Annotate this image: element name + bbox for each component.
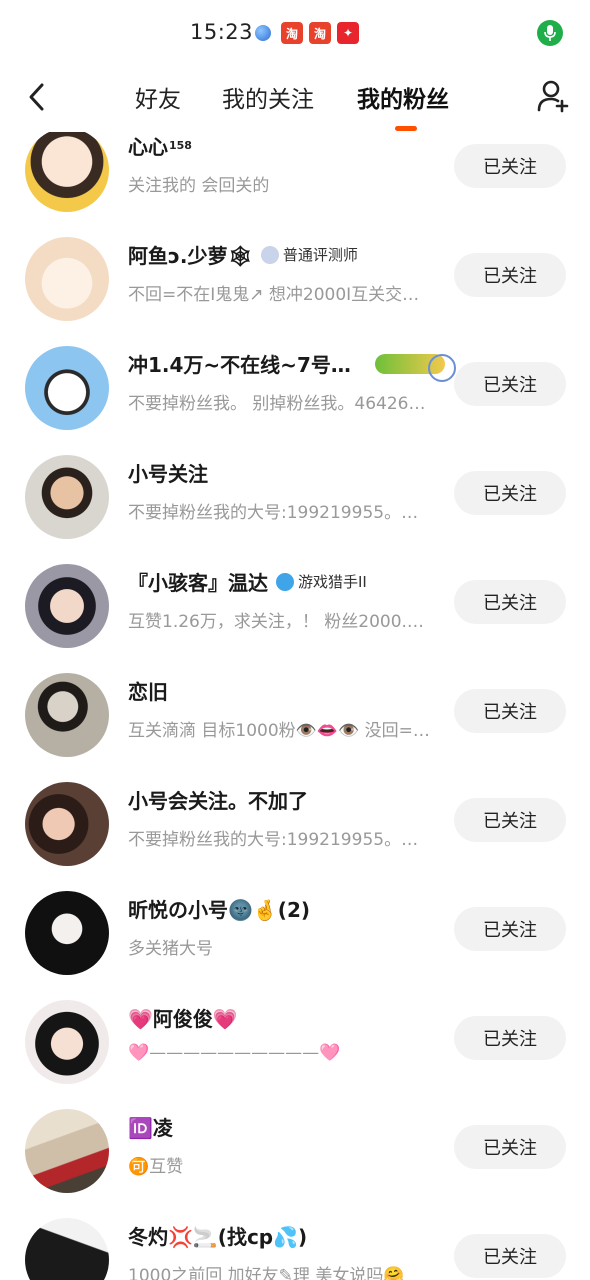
user-bio: 不要掉粉丝我的大号:199219955。… [128, 503, 419, 523]
user-name[interactable]: 心心 [128, 132, 168, 160]
app-icon: ✦ [337, 22, 359, 44]
list-item[interactable]: 小号关注 不要掉粉丝我的大号:199219955。… 已关注 [0, 455, 590, 564]
tab-friends[interactable]: 好友 [135, 80, 181, 114]
header-nav: 好友 我的关注 我的粉丝 [0, 64, 590, 132]
followed-button[interactable]: 已关注 [454, 253, 566, 297]
avatar[interactable] [25, 346, 109, 430]
reviewer-badge-icon [260, 245, 279, 264]
followed-button[interactable]: 已关注 [454, 1125, 566, 1169]
avatar[interactable] [25, 1109, 109, 1193]
list-item[interactable]: 昕悦の小号🌚🤞(2) 多关猪大号 已关注 [0, 891, 590, 1000]
tab-fans[interactable]: 我的粉丝 [357, 80, 449, 114]
followed-button[interactable]: 已关注 [454, 1016, 566, 1060]
taobao-icon: 淘 [309, 22, 331, 44]
user-bio: 🩷——————————🩷 [128, 1043, 341, 1063]
status-bar: 15:23 淘 淘 ✦ [0, 0, 590, 64]
avatar[interactable] [25, 132, 109, 212]
user-name[interactable]: 🆔凌 [128, 1112, 173, 1141]
followed-button[interactable]: 已关注 [454, 580, 566, 624]
globe-icon [255, 25, 271, 41]
add-user-icon[interactable] [535, 78, 571, 114]
status-time: 15:23 [190, 20, 254, 44]
user-bio: 🉑互赞 [128, 1157, 184, 1177]
user-name[interactable]: 小号关注 [128, 458, 208, 487]
list-item[interactable]: 💗阿俊俊💗 🩷——————————🩷 已关注 [0, 1000, 590, 1109]
user-badge: 普通评测师 [260, 244, 358, 265]
list-item[interactable]: 冲1.4万~不在线~7号… 不要掉粉丝我。 别掉粉丝我。46426… 已关注 [0, 346, 590, 455]
avatar[interactable] [25, 891, 109, 975]
user-name[interactable]: 冬灼💢🚬(找cp💦) [128, 1221, 307, 1250]
active-tab-indicator [395, 126, 417, 131]
touch-indicator [428, 354, 456, 382]
avatar[interactable] [25, 237, 109, 321]
game-hunter-badge-icon [276, 572, 294, 591]
tab-following[interactable]: 我的关注 [222, 80, 314, 114]
user-bio: 不要掉粉丝我的大号:199219955。… [128, 830, 419, 850]
user-bio: 多关猪大号 [128, 939, 213, 959]
back-icon[interactable] [24, 80, 52, 114]
followed-button[interactable]: 已关注 [454, 907, 566, 951]
taobao-icon: 淘 [281, 22, 303, 44]
followed-button[interactable]: 已关注 [454, 689, 566, 733]
user-bio: 互关滴滴 目标1000粉👁️👄👁️ 没回=… [128, 721, 430, 741]
list-item[interactable]: 小号会关注。不加了 不要掉粉丝我的大号:199219955。… 已关注 [0, 782, 590, 891]
user-name[interactable]: 昕悦の小号🌚🤞(2) [128, 894, 310, 923]
user-name[interactable]: 『小骇客』温达 [128, 567, 268, 596]
microphone-icon [537, 20, 563, 46]
followed-button[interactable]: 已关注 [454, 362, 566, 406]
badge-label: 普通评测师 [282, 246, 358, 264]
status-icons: 淘 淘 ✦ [255, 22, 359, 44]
user-bio: 不要掉粉丝我。 别掉粉丝我。46426… [128, 394, 426, 414]
user-badge: 游戏猎手II [276, 571, 367, 592]
list-item[interactable]: 恋旧 互关滴滴 目标1000粉👁️👄👁️ 没回=… 已关注 [0, 673, 590, 782]
avatar[interactable] [25, 782, 109, 866]
user-name[interactable]: 恋旧 [128, 676, 168, 705]
user-bio: 互赞1.26万，求关注，！ 粉丝2000.… [128, 612, 424, 632]
user-name[interactable]: 冲1.4万~不在线~7号… [128, 349, 351, 378]
avatar[interactable] [25, 1218, 109, 1280]
list-item[interactable]: 心心 158 关注我的 会回关的 已关注 [0, 132, 590, 237]
avatar[interactable] [25, 1000, 109, 1084]
user-level: 158 [169, 139, 192, 152]
followed-button[interactable]: 已关注 [454, 471, 566, 515]
followed-button[interactable]: 已关注 [454, 798, 566, 842]
avatar[interactable] [25, 564, 109, 648]
list-item[interactable]: 阿鱼ɔ.少萝🕸 普通评测师 不回=不在I鬼鬼↗ 想冲2000I互关交… 已关注 [0, 237, 590, 346]
followed-button[interactable]: 已关注 [454, 144, 566, 188]
user-bio: 不回=不在I鬼鬼↗ 想冲2000I互关交… [128, 285, 420, 305]
list-item[interactable]: 🆔凌 🉑互赞 已关注 [0, 1109, 590, 1218]
user-name[interactable]: 阿鱼ɔ.少萝🕸 [128, 240, 253, 269]
followed-button[interactable]: 已关注 [454, 1234, 566, 1278]
avatar[interactable] [25, 673, 109, 757]
user-bio: 关注我的 会回关的 [128, 176, 270, 196]
avatar[interactable] [25, 455, 109, 539]
user-name[interactable]: 小号会关注。不加了 [128, 785, 308, 814]
list-item[interactable]: 『小骇客』温达 游戏猎手II 互赞1.26万，求关注，！ 粉丝2000.… 已关… [0, 564, 590, 673]
user-bio: 1000之前回 加好友✎理 美女说吗🤗 [128, 1266, 405, 1280]
list-item[interactable]: 冬灼💢🚬(找cp💦) 1000之前回 加好友✎理 美女说吗🤗 已关注 [0, 1218, 590, 1280]
fans-list: 心心 158 关注我的 会回关的 已关注 阿鱼ɔ.少萝🕸 普通评测师 不回=不在I… [0, 132, 590, 1280]
user-name[interactable]: 💗阿俊俊💗 [128, 1003, 238, 1032]
badge-label: 游戏猎手II [298, 573, 367, 591]
